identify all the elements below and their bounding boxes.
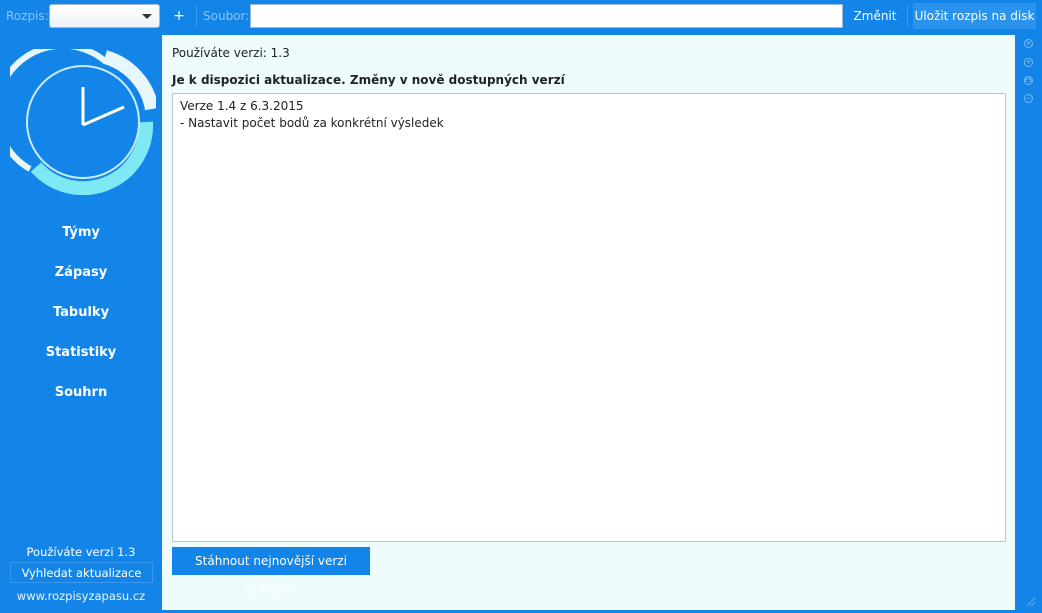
nav-item-tabulky[interactable]: Tabulky xyxy=(0,305,162,320)
change-button[interactable]: Změnit xyxy=(848,4,902,28)
check-updates-button[interactable]: Vyhledat aktualizace xyxy=(10,562,153,583)
release-notes-line: - Nastavit počet bodů za konkrétní výsle… xyxy=(180,116,444,130)
download-latest-button[interactable]: Stáhnout nejnovější verzi aplikace xyxy=(172,547,370,596)
clock-hand-hour xyxy=(82,105,125,127)
current-version-text: Používáte verzi: 1.3 xyxy=(172,46,290,60)
clock-logo-icon xyxy=(10,49,156,195)
resize-grip-icon[interactable] xyxy=(1024,595,1036,607)
chevron-down-icon xyxy=(142,14,152,19)
maximize-icon[interactable]: + xyxy=(1024,58,1033,67)
close-icon[interactable]: × xyxy=(1024,39,1033,48)
window-controls-strip: × + FS − xyxy=(1015,33,1042,613)
top-toolbar: Rozpis: + Soubor: Změnit Uložit rozpis n… xyxy=(0,0,1042,33)
update-available-heading: Je k dispozici aktualizace. Změny v nově… xyxy=(172,73,565,87)
save-to-disk-button[interactable]: Uložit rozpis na disk xyxy=(913,3,1036,29)
soubor-input[interactable] xyxy=(250,4,843,28)
nav-item-souhrn[interactable]: Souhrn xyxy=(0,385,162,400)
toolbar-divider xyxy=(907,5,908,27)
fullscreen-icon[interactable]: FS xyxy=(1024,76,1033,85)
main-content: Používáte verzi: 1.3 Je k dispozici aktu… xyxy=(162,35,1015,610)
rozpis-label: Rozpis: xyxy=(6,9,49,23)
rozpis-select[interactable] xyxy=(49,4,160,28)
nav-item-zapasy[interactable]: Zápasy xyxy=(0,265,162,280)
release-notes-textarea[interactable]: Verze 1.4 z 6.3.2015 - Nastavit počet bo… xyxy=(172,93,1006,542)
add-rozpis-button[interactable]: + xyxy=(168,4,190,28)
toolbar-divider xyxy=(196,5,197,27)
clock-ring-top-right xyxy=(102,50,156,111)
sidebar-version-text: Používáte verzi 1.3 xyxy=(26,545,136,559)
minimize-icon[interactable]: − xyxy=(1024,94,1033,103)
nav-item-tymy[interactable]: Týmy xyxy=(0,225,162,240)
nav-item-statistiky[interactable]: Statistiky xyxy=(0,345,162,360)
sidebar: Týmy Zápasy Tabulky Statistiky Souhrn Po… xyxy=(0,33,162,613)
release-notes-line: Verze 1.4 z 6.3.2015 xyxy=(180,99,304,113)
website-link[interactable]: www.rozpisyzapasu.cz xyxy=(0,589,162,603)
soubor-label: Soubor: xyxy=(203,9,250,23)
